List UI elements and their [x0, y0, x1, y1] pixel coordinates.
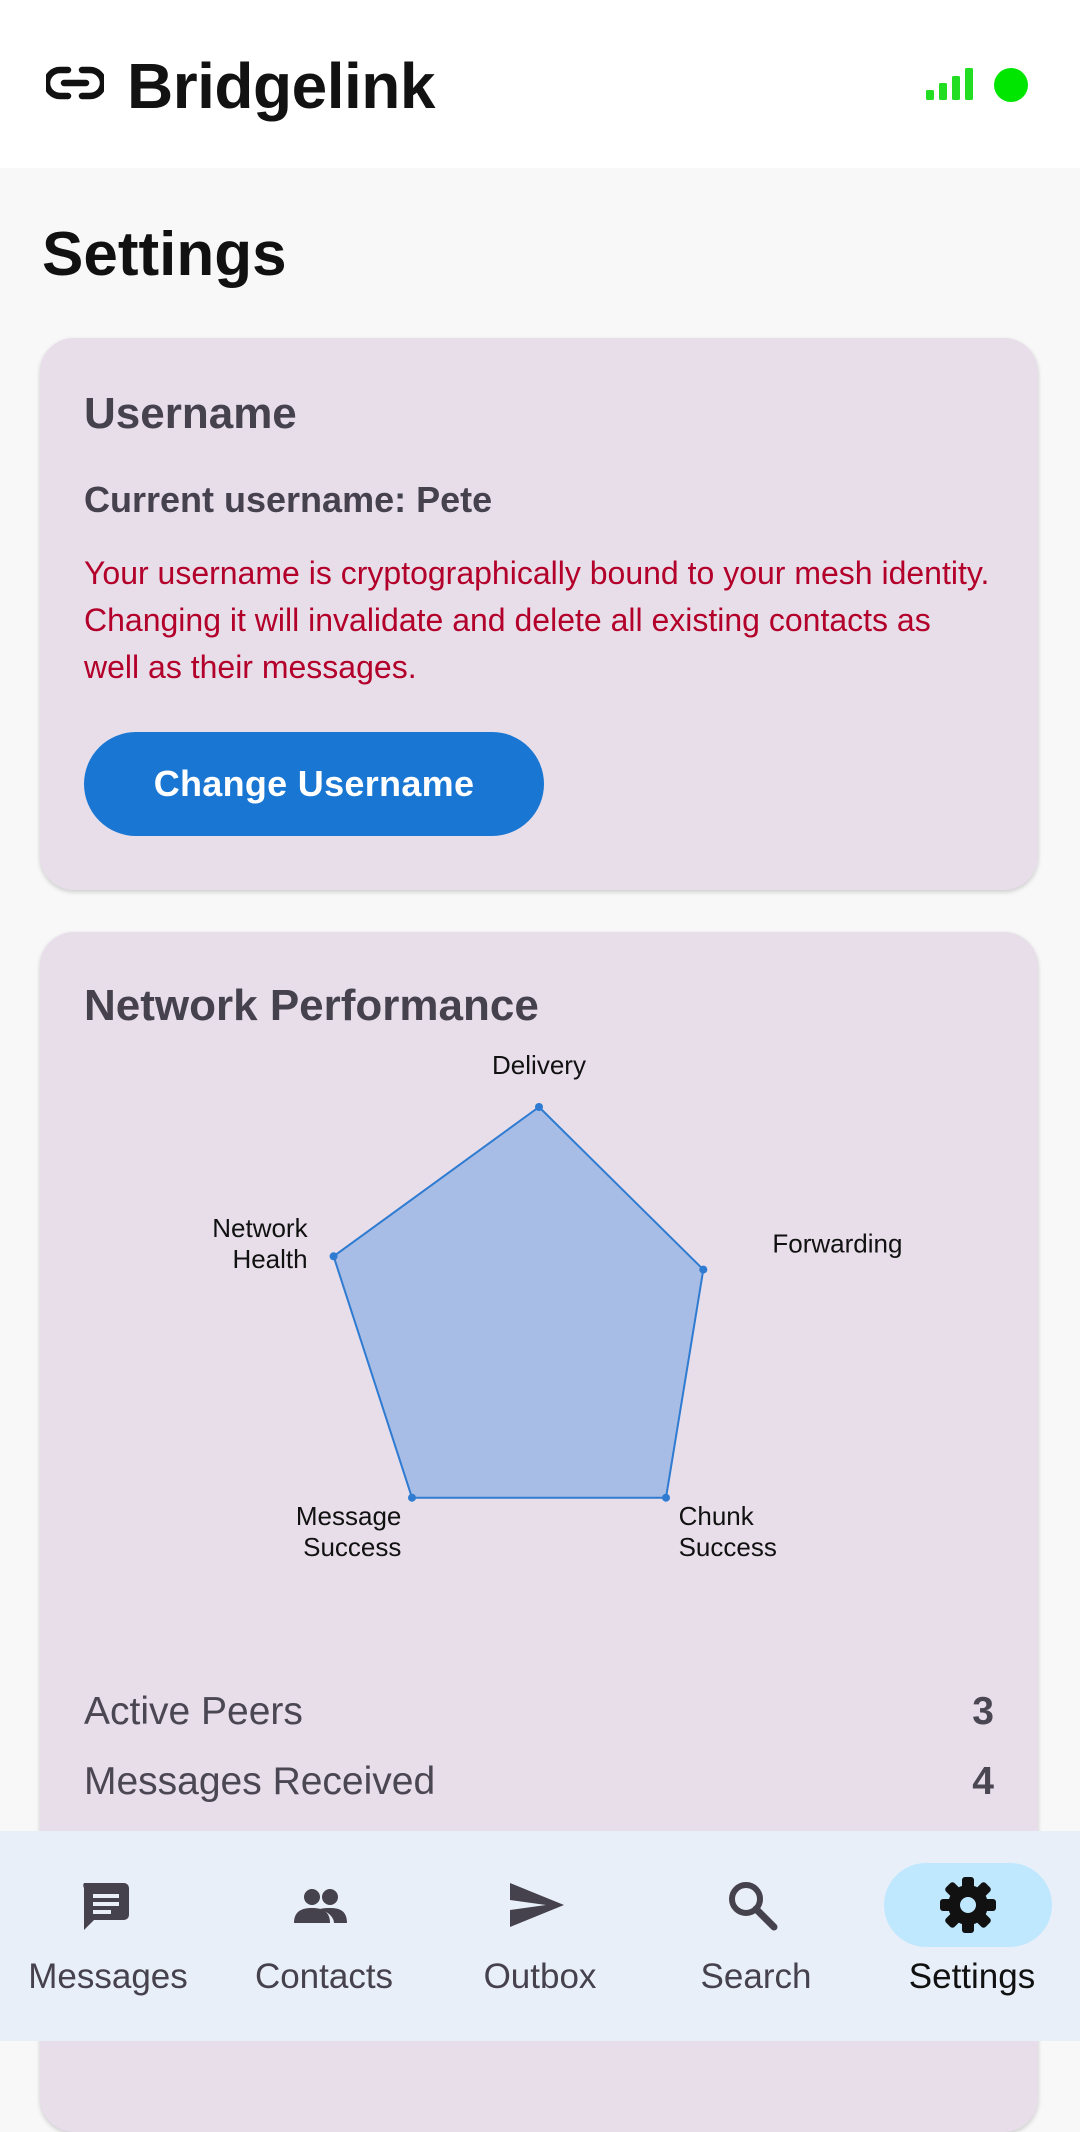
metric-value: 3 — [972, 1690, 994, 1733]
current-username: Current username: Pete — [84, 479, 493, 520]
app-title: Bridgelink — [127, 50, 435, 122]
change-username-button[interactable]: Change Username — [84, 732, 544, 836]
send-icon — [510, 1883, 564, 1927]
username-card-title: Username — [84, 389, 297, 438]
nav-label: Settings — [908, 1957, 1036, 1996]
radar-area — [332, 1105, 705, 1499]
radar-axis-label: Network Health — [212, 1213, 308, 1274]
radar-point — [329, 1252, 338, 1261]
radar-point — [699, 1265, 708, 1274]
link-icon — [46, 66, 104, 100]
metric-row: Messages Received 4 — [84, 1754, 994, 1810]
metric-value: 4 — [972, 1760, 994, 1803]
radar-axis-label: Forwarding — [772, 1228, 902, 1258]
page-title: Settings — [42, 220, 287, 289]
nav-item-contacts[interactable]: Contacts — [216, 1831, 432, 2041]
signal-strength-icon — [926, 68, 973, 100]
signal-bar — [965, 68, 973, 100]
username-warning-text: Your username is cryptographically bound… — [84, 555, 990, 685]
gear-icon — [940, 1877, 996, 1933]
nav-item-messages[interactable]: Messages — [0, 1831, 216, 2041]
metric-row: Active Peers 3 — [84, 1684, 994, 1740]
radar-chart: Delivery Forwarding Chunk Success Message Suc… — [212, 1050, 902, 1562]
message-icon — [83, 1883, 129, 1930]
metric-label: Messages Received — [84, 1760, 436, 1803]
radar-axis-label: Message Success — [296, 1501, 402, 1562]
radar-point — [662, 1493, 670, 1502]
radar-point — [535, 1103, 543, 1111]
nav-item-outbox[interactable]: Outbox — [432, 1831, 648, 2041]
signal-bar — [952, 76, 960, 100]
bottom-navigation: Messages Contacts Outbox Search Settings — [0, 1831, 1080, 2041]
radar-axis-label: Delivery — [492, 1050, 586, 1080]
search-icon — [729, 1882, 778, 1931]
nav-item-search[interactable]: Search — [648, 1831, 864, 2041]
connection-status-indicator — [994, 68, 1028, 102]
signal-bar — [926, 90, 934, 100]
radar-point — [408, 1493, 416, 1502]
people-icon — [294, 1889, 347, 1923]
username-card: Username Current username: Pete Your use… — [40, 338, 1038, 890]
app-bar: Bridgelink — [0, 0, 1080, 168]
metric-label: Active Peers — [84, 1690, 303, 1733]
nav-item-settings[interactable]: Settings — [864, 1831, 1080, 2041]
signal-bar — [939, 83, 947, 100]
radar-axis-label: Chunk Success — [679, 1501, 777, 1562]
